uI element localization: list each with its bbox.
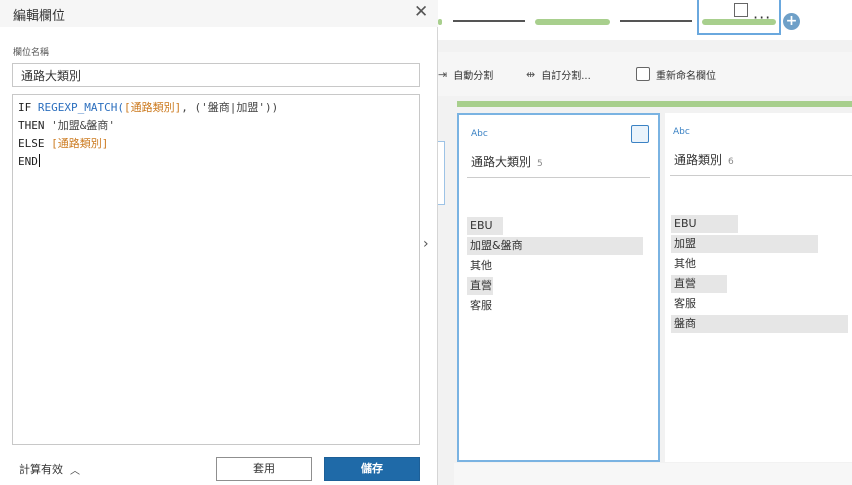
column-header: 通路類別 6: [674, 151, 734, 168]
profile-card-column-2[interactable]: Abc 通路類別 6 EBU 加盟 其他 直營 客服 盤商: [665, 113, 852, 462]
value-bar-row[interactable]: EBU: [467, 217, 643, 235]
custom-split-button[interactable]: ⇹ 自訂分割...: [526, 65, 591, 83]
validation-status-label: 計算有效: [19, 463, 63, 476]
flow-step-bar[interactable]: [535, 19, 610, 25]
value-label: EBU: [470, 219, 493, 232]
more-options-icon[interactable]: ···: [753, 8, 771, 27]
column-name: 通路大類別: [471, 155, 532, 169]
split-icon: ⇥: [438, 67, 448, 81]
code-line: THEN '加盟&盤商': [18, 117, 414, 135]
column-divider: [670, 175, 852, 176]
code-line: ELSE [通路類別]: [18, 135, 414, 153]
code-token: [通路類別]: [123, 101, 182, 114]
code-token: END: [18, 155, 38, 168]
chevron-right-icon[interactable]: ›: [423, 236, 429, 252]
code-token: , ('盤商|加盟')): [181, 101, 279, 114]
rename-icon: [636, 67, 650, 81]
code-token: [通路類別]: [51, 137, 109, 150]
value-bar-row[interactable]: 直營: [671, 275, 848, 293]
value-bar-row[interactable]: 其他: [671, 255, 848, 273]
value-bar-row[interactable]: 客服: [671, 295, 848, 313]
rename-label: 重新命名欄位: [656, 70, 716, 82]
code-token: IF: [18, 101, 38, 114]
dialog-title: 編輯欄位: [13, 9, 66, 24]
edit-field-dialog: 編輯欄位 ✕ 欄位名稱 IF REGEXP_MATCH([通路類別], ('盤商…: [0, 0, 438, 485]
code-token: REGEXP_MATCH(: [37, 101, 124, 114]
value-bar-row[interactable]: 加盟: [671, 235, 848, 253]
string-type-icon: Abc: [471, 129, 488, 139]
value-bar-row[interactable]: 客服: [467, 297, 643, 315]
step-icon: [734, 3, 748, 17]
code-token: ELSE: [18, 137, 52, 150]
column-header: 通路大類別 5: [471, 153, 543, 170]
profile-toolbar: ⇥ 自動分割 ⇹ 自訂分割... 重新命名欄位: [438, 52, 852, 96]
value-bar: [671, 315, 848, 333]
value-label: 直營: [674, 277, 696, 290]
value-bar-row[interactable]: 直營: [467, 277, 643, 295]
value-list: EBU 加盟&盤商 其他 直營 客服: [467, 217, 643, 317]
apply-button[interactable]: 套用: [216, 457, 312, 481]
value-bar-row[interactable]: 其他: [467, 257, 643, 275]
field-name-input[interactable]: [12, 63, 420, 87]
value-label: 其他: [470, 259, 492, 272]
auto-split-button[interactable]: ⇥ 自動分割: [438, 65, 493, 83]
column-name: 通路類別: [674, 153, 723, 167]
collapsed-card-edge[interactable]: [438, 141, 445, 205]
dialog-header: 編輯欄位 ✕: [0, 0, 438, 27]
profile-card-column-1[interactable]: Abc 通路大類別 5 EBU 加盟&盤商 其他 直營 客服: [457, 113, 660, 462]
flow-connector: [453, 20, 525, 22]
string-type-icon: Abc: [673, 127, 690, 137]
value-label: 直營: [470, 279, 492, 292]
code-token: THEN: [18, 119, 52, 132]
custom-split-label: 自訂分割...: [541, 70, 591, 82]
validation-status[interactable]: 計算有效 ︿: [19, 461, 80, 477]
flow-connector: [620, 20, 692, 22]
export-icon[interactable]: [631, 125, 649, 143]
flow-step-bar[interactable]: [438, 19, 442, 25]
value-bar-row[interactable]: 加盟&盤商: [467, 237, 643, 255]
code-line: IF REGEXP_MATCH([通路類別], ('盤商|加盟')): [18, 99, 414, 117]
value-bar-row[interactable]: 盤商: [671, 315, 848, 333]
custom-split-icon: ⇹: [526, 67, 536, 81]
calculation-editor[interactable]: IF REGEXP_MATCH([通路類別], ('盤商|加盟')) THEN '…: [12, 94, 420, 445]
text-caret: [38, 154, 40, 167]
value-bar-row[interactable]: EBU: [671, 215, 848, 233]
save-button[interactable]: 儲存: [324, 457, 420, 481]
auto-split-label: 自動分割: [453, 70, 494, 82]
column-divider: [467, 177, 650, 178]
bottom-pane: [454, 463, 852, 485]
value-label: 加盟: [674, 237, 696, 250]
close-icon[interactable]: ✕: [414, 3, 428, 21]
value-label: 加盟&盤商: [470, 239, 523, 252]
value-label: 客服: [470, 299, 492, 312]
rename-field-button[interactable]: 重新命名欄位: [636, 65, 716, 83]
chevron-up-icon: ︿: [70, 465, 80, 477]
value-label: EBU: [674, 217, 697, 230]
value-label: 盤商: [674, 317, 696, 330]
value-label: 客服: [674, 297, 696, 310]
code-line: END: [18, 153, 414, 171]
code-token: '加盟&盤商': [51, 119, 115, 132]
column-value-count: 6: [728, 157, 734, 167]
column-value-count: 5: [537, 159, 543, 169]
value-label: 其他: [674, 257, 696, 270]
field-name-label: 欄位名稱: [13, 48, 50, 58]
add-step-icon[interactable]: +: [783, 13, 800, 30]
value-list: EBU 加盟 其他 直營 客服 盤商: [671, 215, 848, 335]
